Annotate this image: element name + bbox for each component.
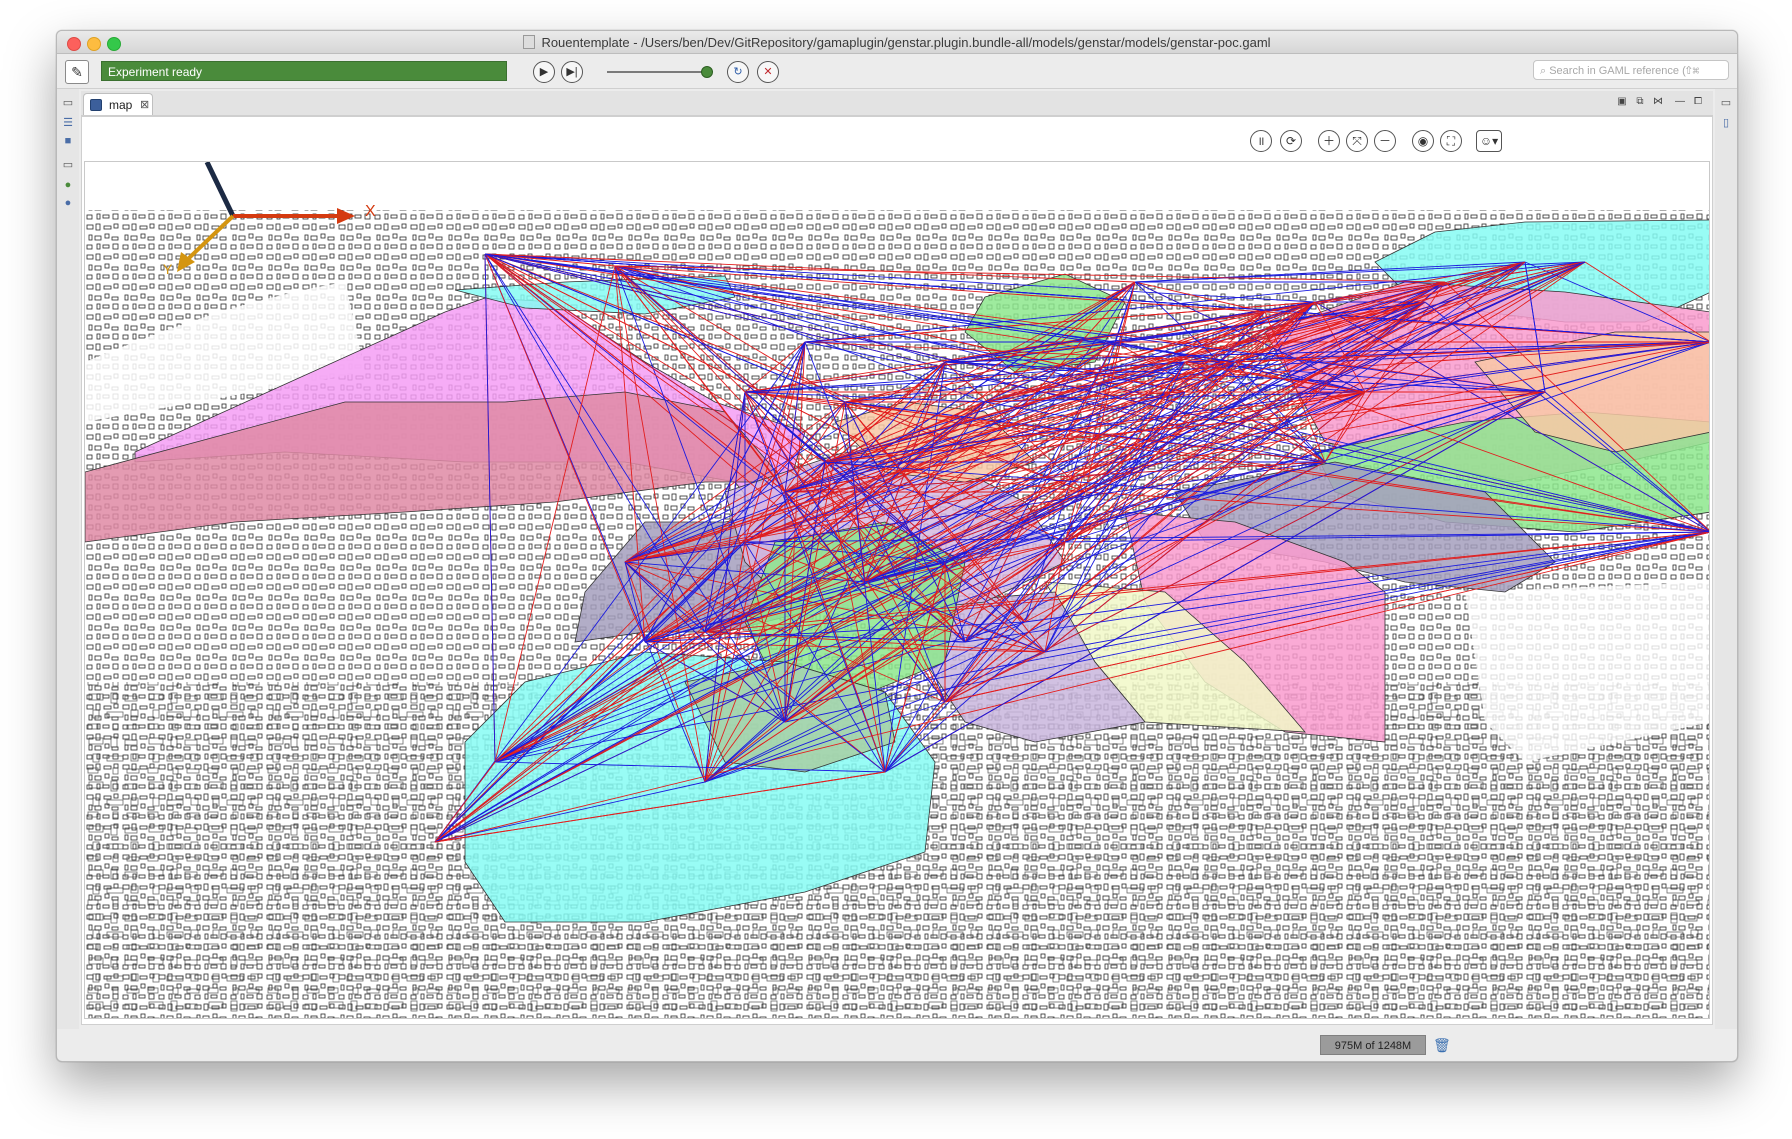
sync-display-icon[interactable]: ⟳ bbox=[1280, 130, 1302, 152]
tab-map[interactable]: map ⊠ bbox=[83, 93, 153, 115]
overlay-icon[interactable]: ▣ bbox=[1615, 95, 1629, 109]
display-options-icon[interactable]: ☺▾ bbox=[1476, 130, 1502, 152]
gama-window: Rouentemplate - /Users/ben/Dev/GitReposi… bbox=[56, 30, 1738, 1062]
pause-icon[interactable]: ॥ bbox=[1250, 130, 1272, 152]
step-icon[interactable]: ▶| bbox=[561, 61, 583, 83]
play-icon[interactable]: ▶ bbox=[533, 61, 555, 83]
layers-icon[interactable]: ⧉ bbox=[1633, 95, 1647, 109]
speed-slider-handle[interactable] bbox=[701, 66, 713, 78]
search-placeholder: Search in GAML reference (⇧⌘ bbox=[1549, 65, 1700, 77]
experiment-status: Experiment ready bbox=[101, 61, 507, 81]
display-icon bbox=[90, 99, 102, 111]
search-icon: ⌕ bbox=[1540, 65, 1550, 77]
console-icon[interactable]: ● bbox=[61, 179, 75, 191]
document-icon bbox=[523, 35, 536, 49]
map-render: X Y bbox=[85, 162, 1709, 1018]
snapshot-icon[interactable]: ◉ bbox=[1412, 130, 1434, 152]
window-title: Rouentemplate - /Users/ben/Dev/GitReposi… bbox=[57, 35, 1737, 50]
parameters-icon[interactable]: ☰ bbox=[61, 117, 75, 129]
sync-icon[interactable]: ⋈ bbox=[1651, 95, 1665, 109]
gaml-reference-search[interactable]: ⌕ Search in GAML reference (⇧⌘ bbox=[1533, 60, 1729, 80]
trash-icon[interactable]: 🗑 bbox=[1433, 1036, 1451, 1054]
experiment-toolbar: ✎ Experiment ready ▶ ▶| ↻ ✕ ⌕ Search in … bbox=[57, 54, 1737, 89]
maximize-icon[interactable]: ⧠ bbox=[1691, 95, 1705, 109]
zoom-out-icon[interactable]: － bbox=[1374, 130, 1396, 152]
speed-slider-track[interactable] bbox=[607, 71, 707, 73]
stop-icon[interactable]: ✕ bbox=[757, 61, 779, 83]
layout-icon[interactable]: ▯ bbox=[1719, 117, 1733, 129]
map-canvas[interactable]: X Y bbox=[84, 161, 1710, 1019]
tab-label: map bbox=[109, 98, 133, 112]
restore-icon[interactable]: ▭ bbox=[61, 159, 75, 171]
z-axis bbox=[204, 162, 236, 218]
title-bar: Rouentemplate - /Users/ben/Dev/GitReposi… bbox=[57, 31, 1737, 54]
editor-tabbar: map ⊠ ▣ ⧉ ⋈ — ⧠ bbox=[81, 91, 1713, 116]
map-view: ॥ ⟳ ＋ ⤧ － ◉ ⛶ ☺▾ X Y bbox=[81, 116, 1713, 1025]
minimize-icon[interactable]: — bbox=[1673, 95, 1687, 109]
memory-usage[interactable]: 975M of 1248M bbox=[1320, 1035, 1426, 1055]
x-axis-label: X bbox=[365, 203, 376, 220]
reload-icon[interactable]: ↻ bbox=[727, 61, 749, 83]
y-axis-label: Y bbox=[163, 261, 173, 277]
restore-icon[interactable]: ▭ bbox=[61, 97, 75, 109]
zoom-in-icon[interactable]: ＋ bbox=[1318, 130, 1340, 152]
zoom-fit-icon[interactable]: ⤧ bbox=[1346, 130, 1368, 152]
edit-pencil-icon[interactable]: ✎ bbox=[65, 60, 89, 84]
left-tool-rail: ▭ ☰ ■ ▭ ● ● bbox=[57, 89, 79, 1029]
restore-icon[interactable]: ▭ bbox=[1719, 97, 1733, 109]
chat-icon[interactable]: ● bbox=[61, 197, 75, 209]
fullscreen-icon[interactable]: ⛶ bbox=[1440, 130, 1462, 152]
window-title-text: Rouentemplate - /Users/ben/Dev/GitReposi… bbox=[541, 35, 1271, 50]
close-icon[interactable]: ⊠ bbox=[140, 94, 149, 116]
right-tool-rail: ▭ ▯ bbox=[1715, 89, 1737, 1029]
folder-icon[interactable]: ■ bbox=[61, 135, 75, 147]
